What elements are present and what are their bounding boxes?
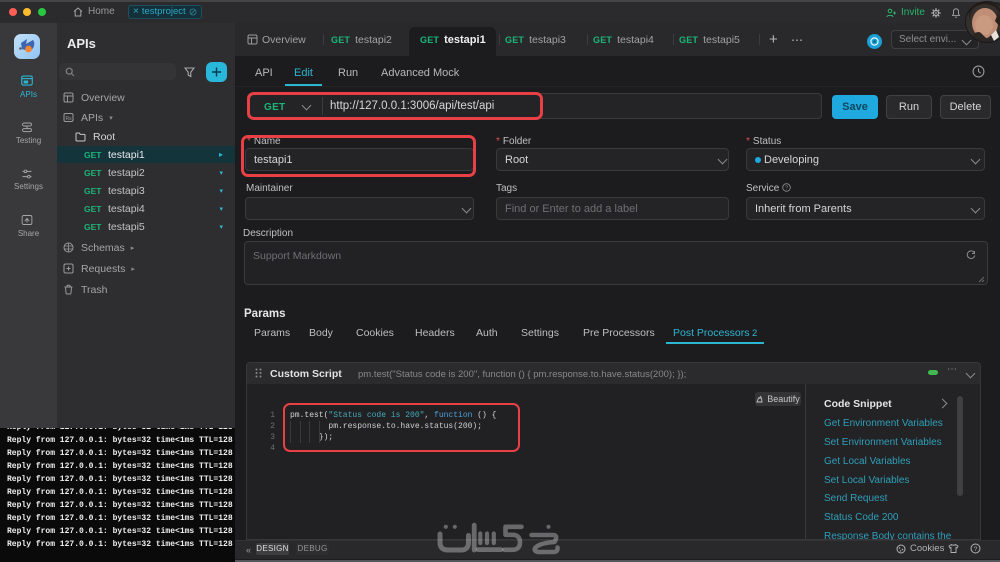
svg-text:?: ? [974, 546, 978, 553]
svg-text:Rs: Rs [66, 116, 73, 122]
svg-text:?: ? [785, 186, 788, 192]
